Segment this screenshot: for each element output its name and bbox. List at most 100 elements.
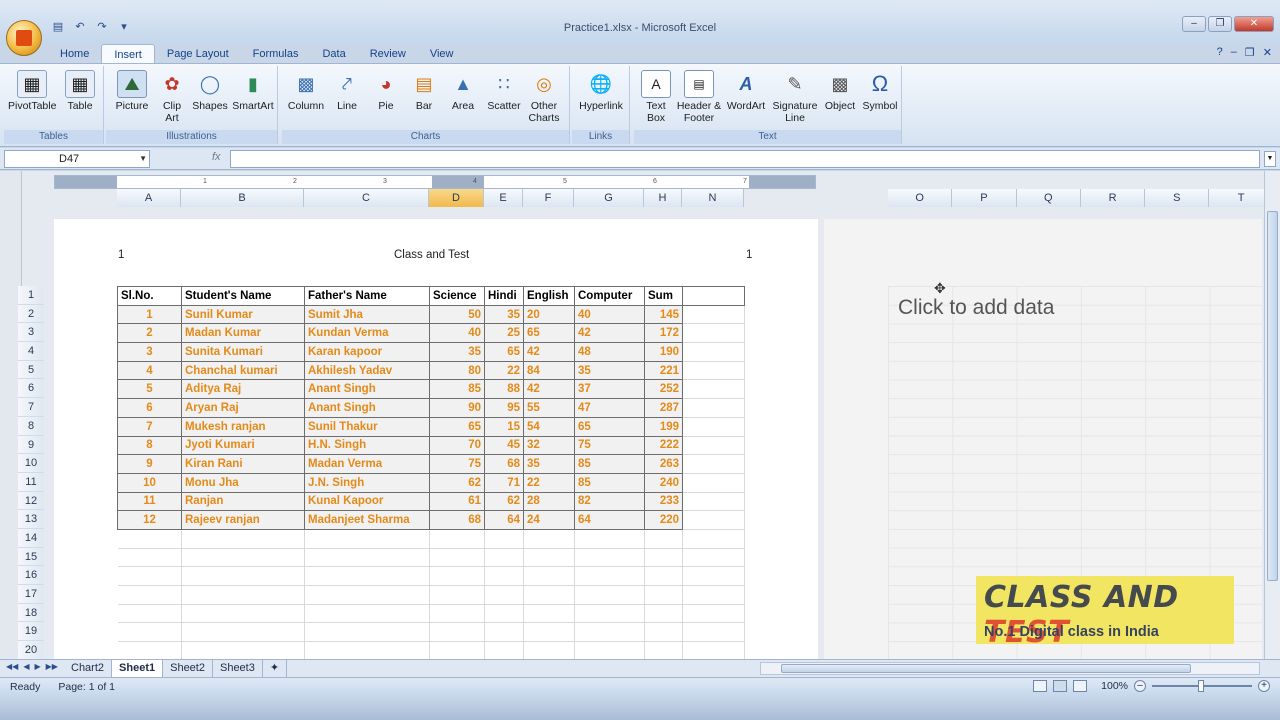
column-header-c[interactable]: C: [304, 189, 429, 207]
row-header[interactable]: 13: [18, 510, 44, 529]
table-cell[interactable]: Rajeev ranjan: [181, 510, 305, 530]
empty-cell[interactable]: [682, 305, 745, 325]
column-title[interactable]: Sl.No.: [117, 286, 182, 306]
table-cell[interactable]: Aditya Raj: [181, 379, 305, 400]
zoom-slider-knob[interactable]: [1198, 680, 1204, 692]
table-cell[interactable]: Madan Kumar: [181, 323, 305, 344]
empty-cell[interactable]: [682, 286, 745, 306]
column-header-b[interactable]: B: [181, 189, 304, 207]
table-cell[interactable]: 263: [644, 454, 683, 474]
table-cell[interactable]: 85: [574, 454, 645, 474]
empty-cell[interactable]: [682, 417, 745, 437]
row-header[interactable]: 18: [18, 603, 44, 623]
area-chart-button[interactable]: ▲ Area: [444, 68, 482, 112]
workbook-close-icon[interactable]: ✕: [1263, 46, 1272, 59]
empty-cell[interactable]: [682, 510, 745, 530]
row-header[interactable]: 1: [18, 286, 44, 305]
column-title[interactable]: Student's Name: [181, 286, 305, 306]
empty-cell[interactable]: [484, 641, 524, 661]
horizontal-scroll-thumb[interactable]: [781, 664, 1191, 673]
table-cell[interactable]: 190: [644, 342, 683, 362]
empty-cell[interactable]: [117, 604, 182, 624]
empty-cell[interactable]: [429, 548, 485, 568]
empty-cell[interactable]: [682, 548, 745, 568]
table-cell[interactable]: Kiran Rani: [181, 454, 305, 474]
table-cell[interactable]: 233: [644, 491, 683, 512]
table-cell[interactable]: 64: [484, 510, 524, 530]
pivottable-button[interactable]: ▦ PivotTable: [8, 68, 56, 112]
table-cell[interactable]: 42: [574, 323, 645, 344]
empty-cell[interactable]: [117, 566, 182, 586]
table-cell[interactable]: 62: [484, 491, 524, 512]
header-footer-button[interactable]: ▤ Header & Footer: [676, 68, 722, 124]
column-header-o[interactable]: O: [888, 189, 953, 207]
textbox-button[interactable]: A Text Box: [636, 68, 676, 124]
table-cell[interactable]: 35: [523, 454, 575, 474]
column-header-h[interactable]: H: [644, 189, 682, 207]
empty-cell[interactable]: [304, 548, 430, 568]
table-cell[interactable]: 68: [429, 510, 485, 530]
column-title[interactable]: Science: [429, 286, 485, 306]
table-cell[interactable]: Mukesh ranjan: [181, 416, 305, 437]
page-break-view-icon[interactable]: [1073, 680, 1088, 692]
table-cell[interactable]: 80: [429, 360, 485, 381]
normal-view-icon[interactable]: [1033, 680, 1048, 692]
table-cell[interactable]: Ranjan: [181, 491, 305, 512]
column-header-a[interactable]: A: [117, 189, 181, 207]
empty-cell[interactable]: [117, 641, 182, 661]
chart-placeholder-text[interactable]: Click to add data: [898, 296, 1054, 320]
workbook-minimize-icon[interactable]: –: [1231, 46, 1237, 59]
empty-cell[interactable]: [181, 604, 305, 624]
table-cell[interactable]: 240: [644, 472, 683, 493]
help-icon[interactable]: ?: [1217, 46, 1223, 59]
empty-cell[interactable]: [682, 492, 745, 512]
table-cell[interactable]: 42: [523, 342, 575, 362]
empty-cell[interactable]: [644, 585, 683, 605]
table-cell[interactable]: Jyoti Kumari: [181, 435, 305, 456]
empty-cell[interactable]: [117, 529, 182, 549]
office-button[interactable]: [6, 20, 42, 56]
line-chart-button[interactable]: ⤤ Line: [328, 68, 366, 112]
table-cell[interactable]: 199: [644, 416, 683, 437]
zoom-out-icon[interactable]: –: [1134, 680, 1146, 692]
table-cell[interactable]: 37: [574, 379, 645, 400]
empty-cell[interactable]: [523, 585, 575, 605]
empty-cell[interactable]: [682, 323, 745, 344]
empty-cell[interactable]: [574, 529, 645, 549]
column-chart-button[interactable]: ▩ Column: [284, 68, 328, 112]
empty-cell[interactable]: [304, 641, 430, 661]
empty-cell[interactable]: [181, 641, 305, 661]
empty-cell[interactable]: [682, 622, 745, 643]
table-cell[interactable]: Anant Singh: [304, 398, 430, 418]
table-cell[interactable]: Sunil Kumar: [181, 304, 305, 325]
tab-data[interactable]: Data: [310, 44, 357, 64]
row-header[interactable]: 15: [18, 547, 44, 567]
table-cell[interactable]: Madanjeet Sharma: [304, 510, 430, 530]
table-cell[interactable]: 85: [574, 472, 645, 493]
workbook-restore-icon[interactable]: ❐: [1245, 46, 1255, 59]
table-cell[interactable]: 4: [117, 360, 182, 381]
empty-cell[interactable]: [304, 529, 430, 549]
empty-cell[interactable]: [429, 529, 485, 549]
empty-cell[interactable]: [181, 566, 305, 586]
formula-input[interactable]: [230, 150, 1260, 168]
sheet-tab-chart2[interactable]: Chart2: [64, 660, 113, 677]
table-cell[interactable]: 8: [117, 435, 182, 456]
prev-sheet-icon[interactable]: ◀: [23, 662, 29, 671]
table-cell[interactable]: 287: [644, 398, 683, 418]
tab-page-layout[interactable]: Page Layout: [155, 44, 241, 64]
row-header[interactable]: 10: [18, 454, 44, 473]
table-cell[interactable]: 45: [484, 435, 524, 456]
table-cell[interactable]: 15: [484, 416, 524, 437]
column-title[interactable]: English: [523, 286, 575, 306]
table-cell[interactable]: 9: [117, 454, 182, 474]
empty-cell[interactable]: [682, 398, 745, 418]
empty-cell[interactable]: [682, 641, 745, 661]
next-sheet-icon[interactable]: ▶: [34, 662, 40, 671]
minimize-button[interactable]: –: [1182, 16, 1206, 32]
empty-cell[interactable]: [682, 604, 745, 624]
table-cell[interactable]: 24: [523, 510, 575, 530]
first-sheet-icon[interactable]: ◀◀: [6, 662, 18, 671]
empty-cell[interactable]: [682, 436, 745, 456]
empty-cell[interactable]: [117, 585, 182, 605]
